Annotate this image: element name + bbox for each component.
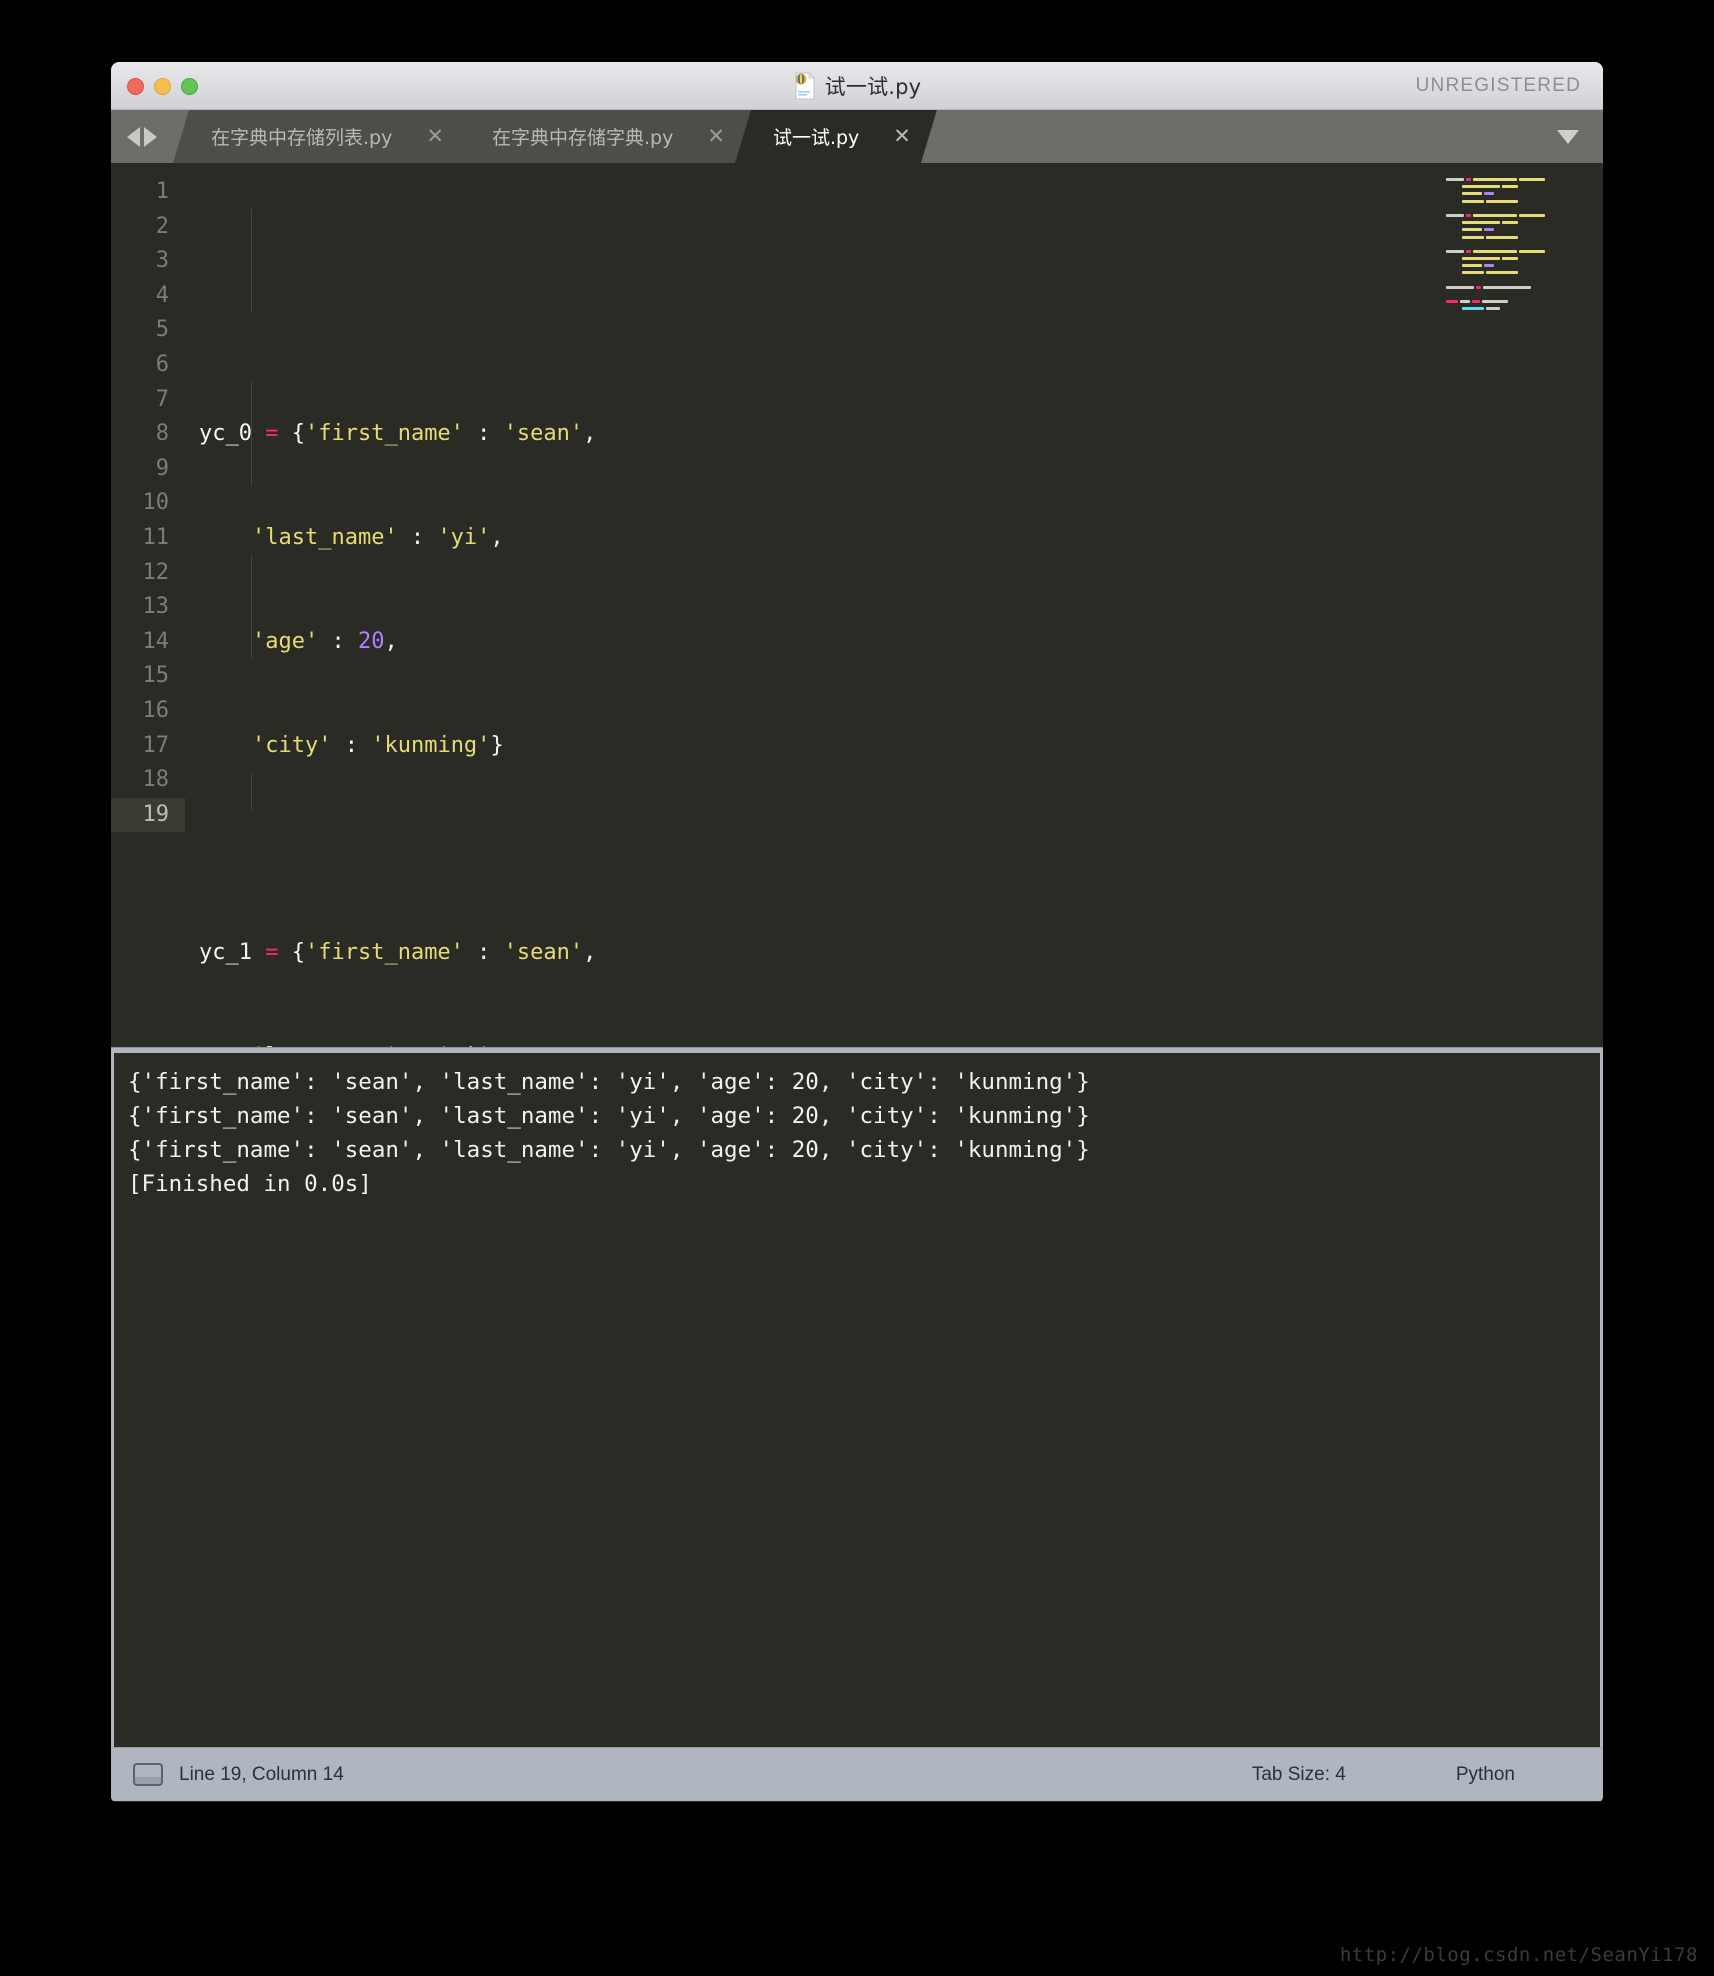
tab-0[interactable]: 在字典中存储列表.py ✕ bbox=[173, 110, 470, 163]
tab-2-active[interactable]: 试一试.py ✕ bbox=[735, 110, 937, 163]
line-number: 18 bbox=[142, 767, 170, 793]
line-number: 12 bbox=[142, 559, 170, 585]
output-line: [Finished in 0.0s] bbox=[128, 1171, 372, 1197]
code-line: yc_1 = {'first_name' : 'sean', bbox=[199, 940, 597, 966]
line-number: 3 bbox=[155, 248, 169, 274]
line-number-gutter: 1 2 3 4 5 6 7 8 9 10 11 12 13 14 15 16 1… bbox=[111, 163, 185, 1047]
code-content[interactable]: yc_0 = {'first_name' : 'sean', 'last_nam… bbox=[185, 163, 1603, 1047]
line-number: 16 bbox=[142, 697, 170, 723]
license-status: UNREGISTERED bbox=[1415, 75, 1581, 96]
indent-guide bbox=[251, 209, 252, 313]
chevron-down-icon[interactable] bbox=[1557, 129, 1579, 144]
line-number: 17 bbox=[142, 732, 170, 758]
code-editor[interactable]: 1 2 3 4 5 6 7 8 9 10 11 12 13 14 15 16 1… bbox=[111, 163, 1603, 1047]
tab-overflow-menu-button[interactable] bbox=[1533, 110, 1603, 163]
tab-label: 在字典中存储列表.py bbox=[211, 127, 393, 149]
output-line: {'first_name': 'sean', 'last_name': 'yi'… bbox=[128, 1103, 1090, 1129]
tab-bar: 在字典中存储列表.py ✕ 在字典中存储字典.py ✕ 试一试.py ✕ bbox=[111, 110, 1603, 163]
status-bar: Line 19, Column 14 Tab Size: 4 Python bbox=[111, 1747, 1603, 1801]
line-number: 9 bbox=[155, 455, 169, 481]
line-number: 13 bbox=[142, 594, 170, 620]
window-controls bbox=[127, 78, 198, 95]
minimize-button[interactable] bbox=[154, 78, 171, 95]
code-line: 'last_name' : 'yi', bbox=[199, 1040, 1603, 1047]
line-number: 5 bbox=[155, 317, 169, 343]
close-icon[interactable]: ✕ bbox=[893, 126, 911, 147]
build-output-panel: {'first_name': 'sean', 'last_name': 'yi'… bbox=[111, 1047, 1603, 1747]
indent-guide bbox=[251, 774, 252, 810]
screen: 试一试.py UNREGISTERED 在字典中存储列表.py ✕ 在字典中存储… bbox=[0, 0, 1714, 1976]
status-bar-left: Line 19, Column 14 bbox=[111, 1763, 344, 1786]
cursor-position: Line 19, Column 14 bbox=[179, 1763, 344, 1785]
close-icon[interactable]: ✕ bbox=[707, 126, 725, 147]
line-number: 8 bbox=[155, 421, 169, 447]
code-line: 'age' : 20, bbox=[251, 628, 398, 654]
code-line: 'city' : 'kunming'} bbox=[251, 732, 504, 758]
syntax-button[interactable]: Python bbox=[1456, 1764, 1515, 1786]
close-button[interactable] bbox=[127, 78, 144, 95]
panel-toggle-icon[interactable] bbox=[133, 1763, 163, 1786]
watermark: http://blog.csdn.net/SeanYi178 bbox=[1339, 1944, 1698, 1966]
code-line: 'last_name' : 'yi', bbox=[251, 524, 504, 550]
line-number: 14 bbox=[142, 628, 170, 654]
sublime-text-window: 试一试.py UNREGISTERED 在字典中存储列表.py ✕ 在字典中存储… bbox=[111, 62, 1603, 1802]
build-output-content[interactable]: {'first_name': 'sean', 'last_name': 'yi'… bbox=[114, 1053, 1600, 1747]
output-line: {'first_name': 'sean', 'last_name': 'yi'… bbox=[128, 1069, 1090, 1095]
indent-guide bbox=[251, 382, 252, 486]
code-line: yc_0 = {'first_name' : 'sean', bbox=[199, 421, 597, 447]
indent-guide bbox=[251, 555, 252, 659]
line-number: 6 bbox=[155, 351, 169, 377]
tab-1[interactable]: 在字典中存储字典.py ✕ bbox=[454, 110, 751, 163]
nav-back-icon[interactable] bbox=[127, 126, 140, 147]
nav-forward-icon[interactable] bbox=[144, 126, 157, 147]
line-number: 11 bbox=[142, 524, 170, 550]
close-icon[interactable]: ✕ bbox=[426, 126, 444, 147]
line-number: 1 bbox=[155, 179, 169, 204]
minimap[interactable] bbox=[1438, 163, 1603, 1047]
tab-size-button[interactable]: Tab Size: 4 bbox=[1252, 1764, 1346, 1786]
window-title-group: 试一试.py bbox=[111, 62, 1603, 110]
line-number: 10 bbox=[142, 490, 170, 516]
tab-label: 在字典中存储字典.py bbox=[491, 127, 674, 149]
line-number: 7 bbox=[155, 386, 169, 412]
tab-label: 试一试.py bbox=[772, 127, 860, 149]
line-number: 15 bbox=[142, 663, 170, 689]
zoom-button[interactable] bbox=[181, 78, 198, 95]
window-title: 试一试.py bbox=[824, 75, 922, 99]
python-file-icon bbox=[793, 72, 817, 100]
tab-nav-arrows[interactable] bbox=[111, 110, 173, 163]
status-bar-right: Tab Size: 4 Python bbox=[1252, 1764, 1603, 1786]
output-line: {'first_name': 'sean', 'last_name': 'yi'… bbox=[128, 1137, 1090, 1163]
title-bar: 试一试.py UNREGISTERED bbox=[111, 62, 1603, 110]
tab-list: 在字典中存储列表.py ✕ 在字典中存储字典.py ✕ 试一试.py ✕ bbox=[173, 110, 1533, 163]
line-number-current: 19 bbox=[111, 797, 185, 833]
line-number: 4 bbox=[155, 282, 169, 308]
line-number: 2 bbox=[155, 213, 169, 239]
